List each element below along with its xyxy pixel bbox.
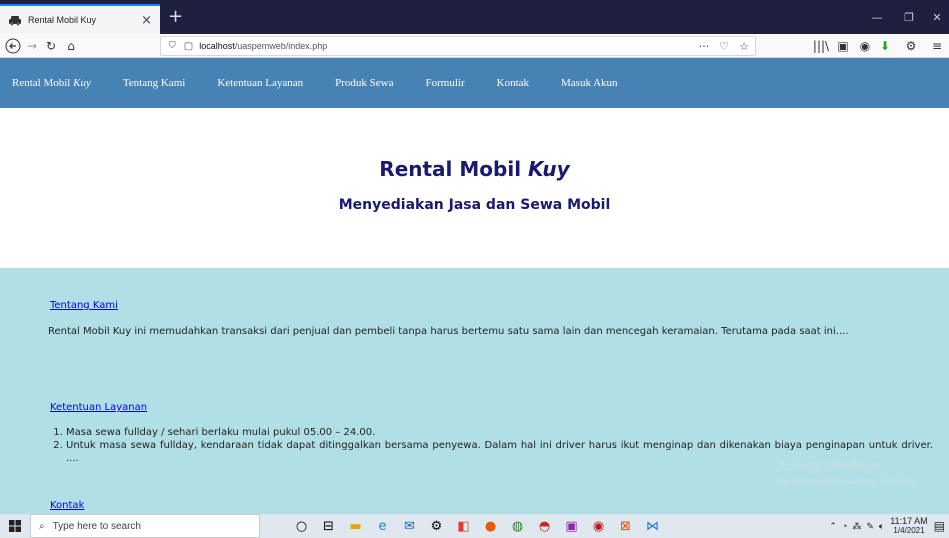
nav-item-formulir[interactable]: Formulir bbox=[426, 77, 465, 89]
tracking-shield-icon: ⛉ bbox=[169, 41, 176, 51]
nav-item-kontak[interactable]: Kontak bbox=[497, 77, 529, 89]
record-app-icon[interactable]: ◉ bbox=[585, 514, 612, 538]
vscode-icon[interactable]: ⋈ bbox=[639, 514, 666, 538]
close-window-icon[interactable]: ✕ bbox=[922, 0, 949, 34]
new-tab-icon[interactable]: + bbox=[168, 4, 183, 30]
account-icon[interactable]: ◉ bbox=[856, 34, 874, 58]
library-icon[interactable]: |||\ bbox=[812, 34, 830, 58]
nav-brand[interactable]: Rental Mobil Kuy bbox=[12, 77, 91, 89]
terms-link[interactable]: Ketentuan Layanan bbox=[50, 402, 147, 413]
web-page: Rental Mobil Kuy Tentang Kami Ketentuan … bbox=[0, 58, 949, 514]
search-placeholder: Type here to search bbox=[52, 520, 141, 532]
menu-icon[interactable]: ≡ bbox=[928, 34, 946, 58]
nav-item-masuk-akun[interactable]: Masuk Akun bbox=[561, 77, 618, 89]
photo-app-icon[interactable]: ▣ bbox=[558, 514, 585, 538]
task-view-icon[interactable]: ⊟ bbox=[315, 514, 342, 538]
close-tab-icon[interactable]: × bbox=[141, 13, 152, 28]
extensions-icon[interactable]: ⚙ bbox=[900, 34, 922, 58]
address-bar[interactable]: ⛉ ▢ localhost/uaspemweb/index.php ··· ♡ … bbox=[160, 36, 756, 56]
pen-icon[interactable]: ✎ bbox=[866, 521, 874, 532]
page-title: Rental Mobil Kuy bbox=[379, 157, 570, 181]
taskbar-apps: ○ ⊟ ▬ e ✉ ⚙ ◧ ● ◍ ◓ ▣ ◉ ⊠ ⋈ bbox=[288, 514, 666, 538]
minimize-icon[interactable]: — bbox=[862, 0, 892, 34]
settings-icon[interactable]: ⚙ bbox=[423, 514, 450, 538]
back-icon[interactable] bbox=[4, 34, 22, 58]
cortana-icon[interactable]: ○ bbox=[288, 514, 315, 538]
pocket-icon[interactable]: ♡ bbox=[719, 40, 729, 53]
page-actions-icon[interactable]: ··· bbox=[699, 40, 710, 53]
edge-icon[interactable]: e bbox=[369, 514, 396, 538]
tab-title: Rental Mobil Kuy bbox=[28, 15, 97, 25]
site-navbar: Rental Mobil Kuy Tentang Kami Ketentuan … bbox=[0, 58, 949, 108]
firefox-icon[interactable]: ● bbox=[477, 514, 504, 538]
system-tray: ⌃ ◔ ⁂ ✎ 🔈︎ 11:17 AM 1/4/2021 ▤ bbox=[829, 514, 949, 538]
page-subtitle: Menyediakan Jasa dan Sewa Mobil bbox=[338, 197, 611, 213]
screen: Rental Mobil Kuy × + — ❐ ✕ → ↻ ⌂ ⛉ ▢ loc… bbox=[0, 0, 949, 538]
input-method-icon[interactable]: ⁂ bbox=[852, 521, 861, 532]
forward-icon[interactable]: → bbox=[24, 34, 40, 58]
contact-link[interactable]: Kontak bbox=[50, 500, 84, 511]
network-icon[interactable]: ◔ bbox=[842, 521, 847, 531]
activate-windows-watermark: Activate Windows Go to Settings to activ… bbox=[776, 458, 919, 486]
xampp-icon[interactable]: ⊠ bbox=[612, 514, 639, 538]
download-icon[interactable]: ⬇ bbox=[876, 34, 894, 58]
windows-taskbar: ⌕ Type here to search ○ ⊟ ▬ e ✉ ⚙ ◧ ● ◍ … bbox=[0, 514, 949, 538]
game-icon[interactable]: ◓ bbox=[531, 514, 558, 538]
restore-icon[interactable]: ❐ bbox=[894, 0, 924, 34]
url-text: localhost/uaspemweb/index.php bbox=[199, 41, 328, 51]
home-icon[interactable]: ⌂ bbox=[62, 34, 80, 58]
browser-tab-strip: Rental Mobil Kuy × + — ❐ ✕ bbox=[0, 0, 949, 34]
taskbar-clock[interactable]: 11:17 AM 1/4/2021 bbox=[890, 516, 927, 536]
nav-item-produk-sewa[interactable]: Produk Sewa bbox=[335, 77, 393, 89]
office-icon[interactable]: ◧ bbox=[450, 514, 477, 538]
about-link[interactable]: Tentang Kami bbox=[50, 300, 118, 311]
hero-section: Rental Mobil Kuy Menyediakan Jasa dan Se… bbox=[0, 108, 949, 268]
notification-icon[interactable]: ▤ bbox=[934, 519, 945, 533]
volume-icon[interactable]: 🔈︎ bbox=[879, 521, 884, 532]
car-favicon-icon bbox=[9, 16, 21, 26]
taskbar-search-box[interactable]: ⌕ Type here to search bbox=[30, 514, 260, 538]
file-explorer-icon[interactable]: ▬ bbox=[342, 514, 369, 538]
bookmark-star-icon[interactable]: ☆ bbox=[739, 40, 749, 53]
page-info-icon[interactable]: ▢ bbox=[184, 41, 193, 52]
nav-item-tentang-kami[interactable]: Tentang Kami bbox=[123, 77, 185, 89]
mail-icon[interactable]: ✉ bbox=[396, 514, 423, 538]
tray-chevron-icon[interactable]: ⌃ bbox=[829, 521, 837, 532]
chrome-icon[interactable]: ◍ bbox=[504, 514, 531, 538]
browser-toolbar: → ↻ ⌂ ⛉ ▢ localhost/uaspemweb/index.php … bbox=[0, 34, 949, 58]
search-icon: ⌕ bbox=[39, 520, 45, 532]
about-text: Rental Mobil Kuy ini memudahkan transaks… bbox=[48, 326, 849, 337]
nav-item-ketentuan-layanan[interactable]: Ketentuan Layanan bbox=[217, 77, 303, 89]
list-item: Masa sewa fullday / sehari berlaku mulai… bbox=[66, 426, 933, 439]
browser-tab[interactable]: Rental Mobil Kuy × bbox=[0, 4, 160, 34]
sidebar-icon[interactable]: ▣ bbox=[834, 34, 852, 58]
reload-icon[interactable]: ↻ bbox=[42, 34, 60, 58]
windows-start-icon[interactable] bbox=[0, 514, 30, 538]
